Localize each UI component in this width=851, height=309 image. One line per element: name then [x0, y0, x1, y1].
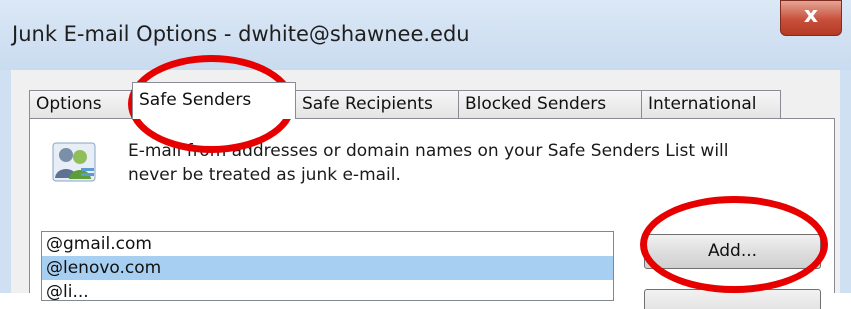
tab-options[interactable]: Options: [29, 90, 133, 118]
safe-senders-list[interactable]: @gmail.com @lenovo.com @li...: [41, 231, 614, 301]
info-text-line-2: never be treated as junk e-mail.: [128, 165, 401, 185]
list-item-selected[interactable]: @lenovo.com: [42, 256, 613, 280]
window-title: Junk E-mail Options - dwhite@shawnee.edu: [12, 22, 470, 46]
annotation-circle-add: [640, 196, 828, 293]
tab-international[interactable]: International: [641, 90, 781, 118]
users-icon: [52, 142, 96, 182]
close-button[interactable]: x: [780, 0, 842, 36]
title-bar: Junk E-mail Options - dwhite@shawnee.edu…: [0, 0, 851, 70]
list-item[interactable]: @gmail.com: [42, 232, 613, 256]
close-icon: x: [803, 3, 819, 28]
tab-blocked-senders[interactable]: Blocked Senders: [458, 90, 642, 118]
tab-safe-senders[interactable]: Safe Senders: [132, 82, 296, 119]
list-item[interactable]: @li...: [42, 280, 613, 300]
tab-safe-recipients[interactable]: Safe Recipients: [295, 90, 459, 118]
dialog-window: Junk E-mail Options - dwhite@shawnee.edu…: [0, 0, 851, 309]
